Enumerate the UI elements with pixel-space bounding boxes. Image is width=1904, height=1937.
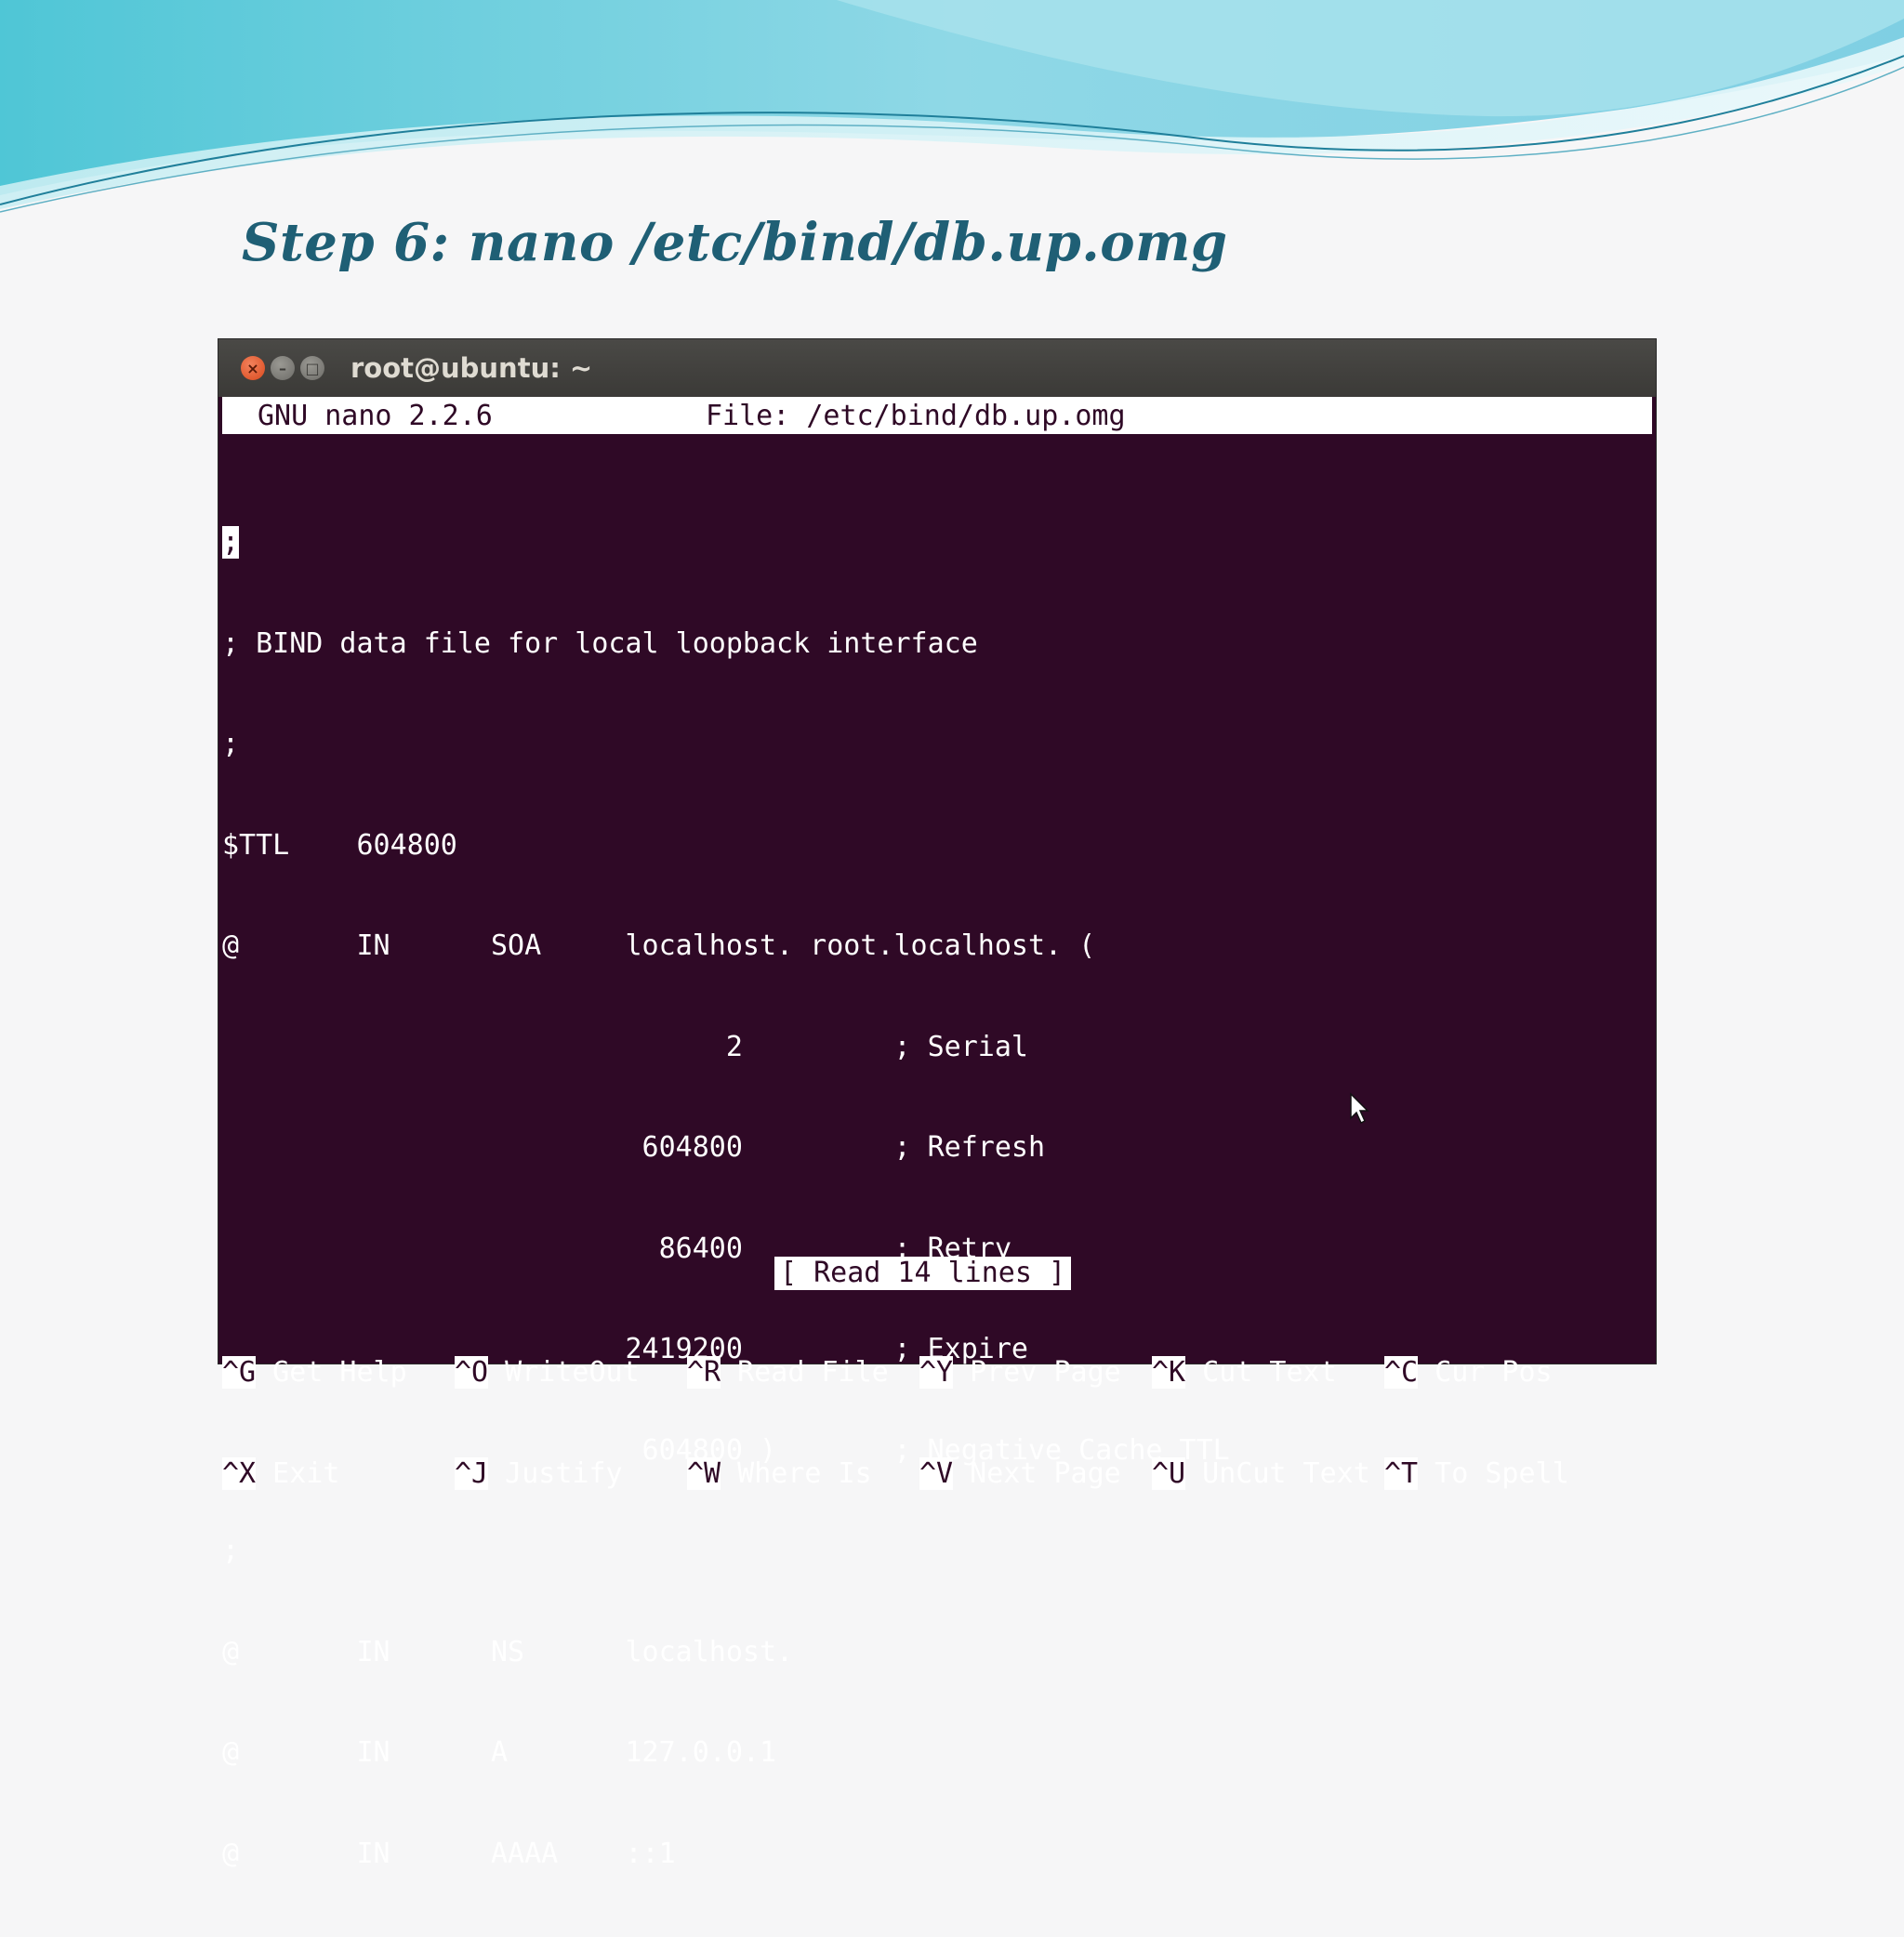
- shortcut-read-file[interactable]: ^R Read File: [687, 1354, 889, 1390]
- shortcut-where-is[interactable]: ^W Where Is: [687, 1456, 872, 1492]
- slide-title: Step 6: nano /etc/bind/db.up.omg: [242, 212, 1228, 273]
- shortcut-key: ^R: [687, 1356, 721, 1389]
- shortcut-next-page[interactable]: ^V Next Page: [919, 1456, 1121, 1492]
- nano-header-bar: GNU nano 2.2.6 File: /etc/bind/db.up.omg: [222, 397, 1652, 434]
- editor-line[interactable]: @ IN A 127.0.0.1: [222, 1735, 1230, 1772]
- shortcut-label: Cut Text: [1185, 1356, 1337, 1389]
- shortcut-label: WriteOut: [488, 1356, 640, 1389]
- shortcut-justify[interactable]: ^J Justify: [455, 1456, 623, 1492]
- editor-line[interactable]: ; BIND data file for local loopback inte…: [222, 626, 1230, 663]
- mouse-pointer-icon: [1350, 1092, 1369, 1125]
- shortcut-row: ^G Get Help ^O WriteOut ^R Read File ^Y …: [218, 1354, 1656, 1390]
- editor-line[interactable]: @ IN AAAA ::1: [222, 1837, 1230, 1873]
- shortcut-to-spell[interactable]: ^T To Spell: [1384, 1456, 1569, 1492]
- shortcut-key: ^W: [687, 1457, 721, 1490]
- editor-line[interactable]: 2 ; Serial: [222, 1030, 1230, 1066]
- shortcut-get-help[interactable]: ^G Get Help: [222, 1354, 407, 1390]
- editor-line[interactable]: ;: [222, 525, 1230, 561]
- header-wave-decoration: [0, 0, 1904, 213]
- shortcut-label: Prev Page: [953, 1356, 1121, 1389]
- shortcut-label: Cur Pos: [1418, 1356, 1553, 1389]
- shortcut-uncut-text[interactable]: ^U UnCut Text: [1152, 1456, 1370, 1492]
- shortcut-label: Justify: [488, 1457, 623, 1490]
- shortcut-label: To Spell: [1418, 1457, 1569, 1490]
- minimize-icon[interactable]: –: [271, 356, 295, 380]
- shortcut-key: ^O: [455, 1356, 489, 1389]
- shortcut-prev-page[interactable]: ^Y Prev Page: [919, 1354, 1121, 1390]
- shortcut-key: ^X: [222, 1457, 257, 1490]
- shortcut-label: Where Is: [721, 1457, 872, 1490]
- shortcut-key: ^V: [919, 1457, 954, 1490]
- shortcut-key: ^U: [1152, 1457, 1186, 1490]
- shortcut-row: ^X Exit ^J Justify ^W Where Is ^V Next P…: [218, 1456, 1656, 1492]
- shortcut-key: ^T: [1384, 1457, 1419, 1490]
- shortcut-label: Read File: [721, 1356, 889, 1389]
- shortcut-key: ^Y: [919, 1356, 954, 1389]
- text-cursor: ;: [222, 526, 240, 559]
- shortcut-label: UnCut Text: [1185, 1457, 1370, 1490]
- nano-file-name: File: /etc/bind/db.up.omg: [706, 399, 1126, 432]
- shortcut-label: Get Help: [256, 1356, 407, 1389]
- shortcut-key: ^C: [1384, 1356, 1419, 1389]
- shortcut-cut-text[interactable]: ^K Cut Text: [1152, 1354, 1337, 1390]
- status-message: [ Read 14 lines ]: [774, 1257, 1072, 1290]
- shortcut-cur-pos[interactable]: ^C Cur Pos: [1384, 1354, 1553, 1390]
- shortcut-writeout[interactable]: ^O WriteOut: [455, 1354, 640, 1390]
- maximize-icon[interactable]: □: [300, 356, 324, 380]
- shortcut-label: Next Page: [953, 1457, 1121, 1490]
- editor-line[interactable]: @ IN SOA localhost. root.localhost. (: [222, 929, 1230, 965]
- shortcut-key: ^G: [222, 1356, 257, 1389]
- shortcut-key: ^J: [455, 1457, 489, 1490]
- window-title: root@ubuntu: ~: [350, 352, 593, 384]
- editor-line[interactable]: ;: [222, 727, 1230, 763]
- shortcut-key: ^K: [1152, 1356, 1186, 1389]
- editor-line[interactable]: $TTL 604800: [222, 828, 1230, 864]
- editor-line[interactable]: @ IN NS localhost.: [222, 1635, 1230, 1671]
- editor-line[interactable]: 86400 ; Retry: [222, 1232, 1230, 1268]
- editor-line[interactable]: 604800 ; Refresh: [222, 1130, 1230, 1166]
- window-titlebar[interactable]: × – □ root@ubuntu: ~: [218, 339, 1656, 397]
- terminal-window[interactable]: × – □ root@ubuntu: ~ GNU nano 2.2.6 File…: [218, 338, 1657, 1870]
- shortcut-bar: ^G Get Help ^O WriteOut ^R Read File ^Y …: [218, 1289, 1656, 1557]
- nano-version: GNU nano 2.2.6: [258, 399, 493, 432]
- shortcut-exit[interactable]: ^X Exit: [222, 1456, 339, 1492]
- editor-content[interactable]: ; ; BIND data file for local loopback in…: [222, 460, 1230, 1937]
- close-icon[interactable]: ×: [241, 356, 265, 380]
- shortcut-label: Exit: [256, 1457, 340, 1490]
